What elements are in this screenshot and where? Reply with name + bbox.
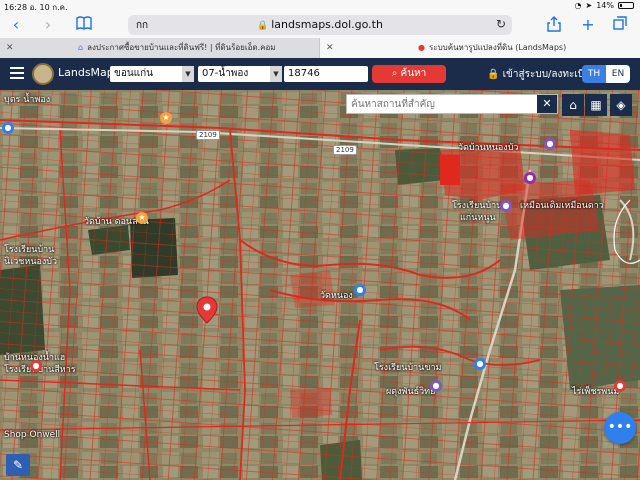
search-button-label: ค้นหา (400, 68, 427, 79)
district-select[interactable]: 07-น้ำพอง ▼ (198, 66, 282, 82)
tab-close-icon[interactable]: ✕ (326, 38, 334, 58)
wifi-icon: ◔ (574, 1, 582, 10)
place-poi-icon[interactable]: ● (354, 284, 366, 296)
map-place-label: นิเวชหนองบัว (4, 257, 58, 267)
province-select[interactable]: ขอนแก่น ▼ (110, 66, 194, 82)
battery-icon (618, 2, 634, 9)
ios-status-bar: 16:28 อ. 10 ก.ค. ◔ ➤ 14% (0, 0, 640, 12)
map-place-label: เหมือนเดิมเหมือนดาว (520, 201, 604, 211)
chevron-down-icon: ▼ (270, 66, 282, 82)
school-poi-icon[interactable]: ● (500, 200, 512, 212)
battery-percent: 14% (596, 1, 614, 10)
lock-icon: 🔒 (257, 21, 269, 31)
browser-tab-bar: ✕ ⌂ ลงประกาศซื้อขายบ้านและที่ดินฟรี! | ที… (0, 38, 640, 58)
menu-icon[interactable] (10, 67, 24, 79)
satellite-basemap (0, 90, 640, 480)
address-bar[interactable]: กก 🔒 landsmaps.dol.go.th ↻ (128, 15, 512, 35)
map-view[interactable]: 2109 2109 บุตร น้ำพอง วัดบ้านหนองบัว วัด… (0, 90, 640, 480)
tab-title: ระบบค้นหารูปแปลงที่ดิน (LandsMaps) (428, 43, 567, 52)
layers-icon[interactable]: ◈ (610, 94, 632, 116)
school-poi-icon[interactable]: ● (544, 138, 556, 150)
login-link[interactable]: 🔒 เข้าสู่ระบบ/ลงทะเบียน (487, 67, 597, 82)
location-marker-icon[interactable] (196, 296, 218, 324)
status-date: อ. 10 ก.ค. (29, 3, 68, 12)
place-poi-icon[interactable]: ● (614, 380, 626, 392)
location-icon: ➤ (585, 1, 593, 10)
temple-poi-icon[interactable]: ★ (136, 212, 148, 224)
home-icon[interactable]: ⌂ (562, 94, 584, 116)
map-place-label: โรงเรียนบ้านขาม (374, 363, 442, 373)
search-button[interactable]: ⌕ ค้นหา (372, 65, 446, 83)
chevron-down-icon: ▼ (182, 66, 194, 82)
province-value: ขอนแก่น (114, 68, 154, 79)
parcel-number-input[interactable]: 18746 (284, 66, 368, 82)
browser-toolbar: ‹ › กก 🔒 landsmaps.dol.go.th ↻ + (0, 12, 640, 38)
temple-poi-icon[interactable]: ★ (160, 112, 172, 124)
back-icon[interactable]: ‹ (6, 16, 26, 34)
tab-close-icon[interactable]: ✕ (6, 38, 14, 58)
place-search-box: ✕ (346, 94, 558, 114)
share-icon[interactable] (544, 16, 564, 34)
bookmarks-icon[interactable] (74, 16, 94, 34)
map-place-label: ไร่เพ็ชรพนม (572, 387, 620, 397)
new-tab-icon[interactable]: + (578, 16, 598, 34)
app-header: LandsMaps ขอนแก่น ▼ 07-น้ำพอง ▼ 18746 ⌕ … (0, 58, 640, 90)
search-icon: ⌕ (391, 68, 398, 79)
browser-tab-2[interactable]: ✕ ● ระบบค้นหารูปแปลงที่ดิน (LandsMaps) (320, 38, 640, 58)
map-place-label: ผดุงพันธ์วิทย์ (386, 387, 436, 397)
forward-icon[interactable]: › (38, 16, 58, 34)
tab-home-favicon-icon: ⌂ (78, 43, 84, 52)
road-number-badge: 2109 (196, 130, 220, 140)
dol-logo (32, 63, 54, 85)
tab-pin-favicon-icon: ● (418, 43, 425, 52)
url-text: 🔒 landsmaps.dol.go.th (128, 18, 512, 31)
measure-tools-icon[interactable]: ✎ (6, 454, 30, 476)
lang-en-button[interactable]: EN (606, 65, 630, 83)
reload-icon[interactable]: ↻ (496, 17, 506, 31)
place-search-input[interactable] (347, 95, 533, 113)
status-right: ◔ ➤ 14% (575, 1, 634, 10)
map-place-label: วัดหนอง (320, 291, 353, 301)
url-value: landsmaps.dol.go.th (271, 18, 383, 31)
district-value: 07-น้ำพอง (202, 68, 249, 79)
tabs-overview-icon[interactable] (610, 16, 630, 34)
lock-icon: 🔒 (487, 69, 500, 80)
map-place-label: แก่นหนูน (460, 213, 496, 223)
road-number-badge: 2109 (333, 145, 357, 155)
map-place-label: บุตร น้ำพอง (4, 95, 51, 105)
map-place-label: วัดบ้านหนองบัว (458, 143, 519, 153)
place-poi-icon[interactable]: ● (474, 358, 486, 370)
browser-tab-1[interactable]: ✕ ⌂ ลงประกาศซื้อขายบ้านและที่ดินฟรี! | ที… (0, 38, 320, 58)
clear-search-icon[interactable]: ✕ (537, 95, 557, 113)
shop-poi-icon[interactable]: ● (524, 172, 536, 184)
grid-icon[interactable]: ▦ (585, 94, 607, 116)
place-poi-icon[interactable]: ● (30, 360, 42, 372)
place-poi-icon[interactable]: ● (2, 122, 14, 134)
more-options-icon[interactable]: ••• (604, 412, 636, 444)
school-poi-icon[interactable]: ● (430, 380, 442, 392)
lang-th-button[interactable]: TH (582, 65, 606, 83)
status-time: 16:28 (4, 3, 28, 12)
map-place-label: Shop Onwell (4, 430, 61, 440)
tab-title: ลงประกาศซื้อขายบ้านและที่ดินฟรี! | ที่ดิ… (87, 43, 276, 52)
